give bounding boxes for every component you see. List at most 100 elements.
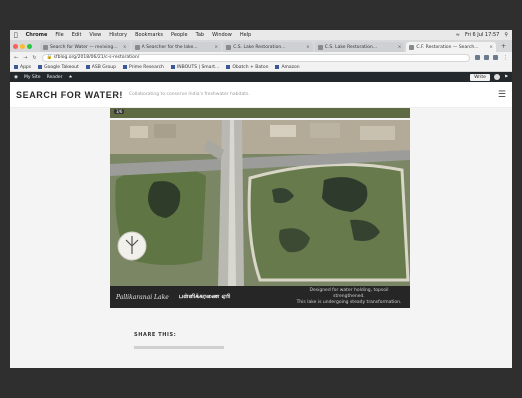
tab-label: C.F. Restoration — Search... bbox=[416, 44, 479, 50]
maximize-window-icon[interactable] bbox=[27, 43, 32, 49]
tab-2[interactable]: A Searcher for the lake... × bbox=[131, 42, 222, 52]
bookmark-item[interactable]: INBOUTS | Smart... bbox=[170, 64, 220, 70]
caption-lake-name: Pallikaranai Lake bbox=[116, 293, 169, 301]
tab-5-active[interactable]: C.F. Restoration — Search... × bbox=[406, 42, 496, 52]
menubar-app-name[interactable]: Chrome bbox=[26, 32, 48, 38]
share-buttons-placeholder[interactable] bbox=[134, 346, 224, 349]
browser-toolbar: ← → ↻ 🔒 sfblog.org/2018/06/21/c-s-restor… bbox=[10, 52, 512, 63]
bookmark-icon bbox=[226, 65, 231, 69]
secure-lock-icon: 🔒 bbox=[46, 55, 54, 60]
apps-icon bbox=[14, 65, 18, 69]
bookmark-item[interactable]: ASB Group bbox=[85, 64, 116, 70]
menu-view[interactable]: View bbox=[89, 32, 101, 38]
my-site-link[interactable]: My Site bbox=[24, 75, 41, 80]
tab-3[interactable]: C.S. Lake Restoration... × bbox=[223, 42, 313, 52]
menu-file[interactable]: File bbox=[55, 32, 63, 38]
close-tab-icon[interactable]: × bbox=[489, 45, 493, 50]
menubar-clock[interactable]: Fri 6 Jul 17:57 bbox=[465, 32, 499, 38]
menu-edit[interactable]: Edit bbox=[72, 32, 82, 38]
favicon-icon bbox=[43, 44, 48, 50]
menu-tab[interactable]: Tab bbox=[196, 32, 204, 38]
tab-4[interactable]: C.S. Lake Restoration... × bbox=[314, 42, 405, 52]
new-tab-icon[interactable]: + bbox=[498, 43, 509, 50]
bookmark-label: Apps bbox=[20, 64, 32, 70]
bookmark-icon bbox=[38, 65, 43, 69]
image-caption-bar: Pallikaranai Lake பள்ளிக்கரணை ஏரி Design… bbox=[110, 286, 410, 308]
favicon-icon bbox=[409, 44, 415, 50]
bookmark-label: INBOUTS | Smart... bbox=[176, 64, 220, 70]
bookmark-icon bbox=[170, 65, 175, 69]
site-tagline: Collaborating to conserve India's freshw… bbox=[129, 92, 250, 97]
close-tab-icon[interactable]: × bbox=[214, 45, 218, 50]
caption-line-1: Designed for water holding, topsoil stre… bbox=[309, 288, 389, 299]
bookmark-item[interactable]: Prime Research bbox=[122, 64, 164, 70]
notifications-bell-icon[interactable]: ⚑ bbox=[504, 75, 508, 80]
close-tab-icon[interactable]: × bbox=[123, 45, 127, 50]
caption-tamil-name: பள்ளிக்கரணை ஏரி bbox=[178, 293, 231, 300]
mac-menubar:  Chrome File Edit View History Bookmark… bbox=[10, 30, 512, 40]
bookmark-item[interactable]: Google Takeout bbox=[38, 65, 79, 70]
favicon-icon bbox=[226, 44, 232, 50]
tab-strip: Search for Water — reviving... × A Search… bbox=[10, 40, 512, 52]
aerial-lake-image[interactable] bbox=[110, 120, 410, 286]
tab-label: C.S. Lake Restoration... bbox=[324, 44, 378, 50]
minimize-window-icon[interactable] bbox=[20, 43, 25, 49]
wifi-icon[interactable]: ≈ bbox=[456, 32, 460, 38]
star-icon[interactable]: ★ bbox=[69, 75, 73, 80]
reader-link[interactable]: Reader bbox=[47, 75, 63, 80]
wp-admin-bar: ◉ My Site Reader ★ Write ⚑ bbox=[10, 72, 512, 82]
aerial-photo-illustration bbox=[110, 120, 410, 286]
window-controls bbox=[13, 43, 32, 49]
favicon-icon bbox=[134, 44, 140, 50]
site-header: SEARCH FOR WATER! Collaborating to conse… bbox=[10, 82, 512, 108]
write-button[interactable]: Write bbox=[470, 73, 490, 81]
video-frame:  Chrome File Edit View History Bookmark… bbox=[0, 0, 522, 398]
share-heading: SHARE THIS: bbox=[134, 332, 177, 338]
bookmark-label: Prime Research bbox=[128, 64, 164, 70]
caption-description: Designed for water holding, topsoil stre… bbox=[294, 288, 404, 306]
hamburger-menu-icon[interactable]: ☰ bbox=[498, 90, 506, 100]
favicon-icon bbox=[317, 44, 323, 50]
reload-icon[interactable]: ↻ bbox=[32, 55, 36, 61]
caption-line-2: This lake is undergoing steady transform… bbox=[296, 300, 402, 305]
menu-people[interactable]: People bbox=[171, 32, 188, 38]
bookmark-item[interactable]: Obatch + Baton bbox=[226, 65, 268, 70]
url-text: sfblog.org/2018/06/21/c-s-restoration/ bbox=[53, 55, 140, 60]
post-content: 3/6 Pallikaranai Lake பள்ளிக்கரணை ஏரி De… bbox=[10, 108, 512, 368]
extension-icon[interactable] bbox=[493, 55, 498, 60]
tab-label: A Searcher for the lake... bbox=[141, 44, 198, 50]
menu-bookmarks[interactable]: Bookmarks bbox=[135, 32, 163, 38]
previous-image-strip: 3/6 bbox=[110, 108, 410, 118]
extensions bbox=[475, 55, 498, 60]
avatar[interactable] bbox=[493, 74, 500, 80]
bookmarks-bar: Apps Google Takeout ASB Group Prime Rese… bbox=[10, 63, 512, 72]
menu-dots-icon[interactable]: ⋮ bbox=[503, 55, 508, 61]
menu-window[interactable]: Window bbox=[212, 32, 232, 38]
close-tab-icon[interactable]: × bbox=[306, 45, 310, 50]
bookmark-icon bbox=[275, 65, 280, 69]
tab-1[interactable]: Search for Water — reviving... × bbox=[40, 42, 130, 52]
wordpress-icon[interactable]: ◉ bbox=[14, 75, 18, 80]
menu-help[interactable]: Help bbox=[240, 32, 251, 38]
bookmark-label: ASB Group bbox=[91, 64, 116, 70]
bookmark-item[interactable]: Apps bbox=[14, 65, 31, 70]
extension-icon[interactable] bbox=[484, 55, 489, 60]
tab-label: C.S. Lake Restoration... bbox=[233, 44, 286, 50]
apple-icon[interactable]:  bbox=[14, 32, 18, 39]
site-title[interactable]: SEARCH FOR WATER! bbox=[16, 90, 123, 100]
search-icon[interactable]: ⚲ bbox=[504, 32, 508, 38]
screen:  Chrome File Edit View History Bookmark… bbox=[10, 30, 512, 368]
bookmark-icon bbox=[122, 65, 127, 69]
star-icon[interactable] bbox=[475, 55, 480, 60]
bookmark-label: Amazon bbox=[281, 64, 300, 70]
address-bar[interactable]: 🔒 sfblog.org/2018/06/21/c-s-restoration/ bbox=[41, 53, 470, 62]
back-icon[interactable]: ← bbox=[14, 55, 18, 61]
forward-icon[interactable]: → bbox=[23, 55, 27, 61]
close-window-icon[interactable] bbox=[13, 43, 18, 49]
bookmark-icon bbox=[85, 65, 90, 69]
close-tab-icon[interactable]: × bbox=[398, 45, 402, 50]
menu-history[interactable]: History bbox=[109, 32, 127, 38]
image-badge: 3/6 bbox=[114, 109, 125, 114]
bookmark-item[interactable]: Amazon bbox=[275, 64, 300, 70]
tab-label: Search for Water — reviving... bbox=[50, 44, 118, 50]
